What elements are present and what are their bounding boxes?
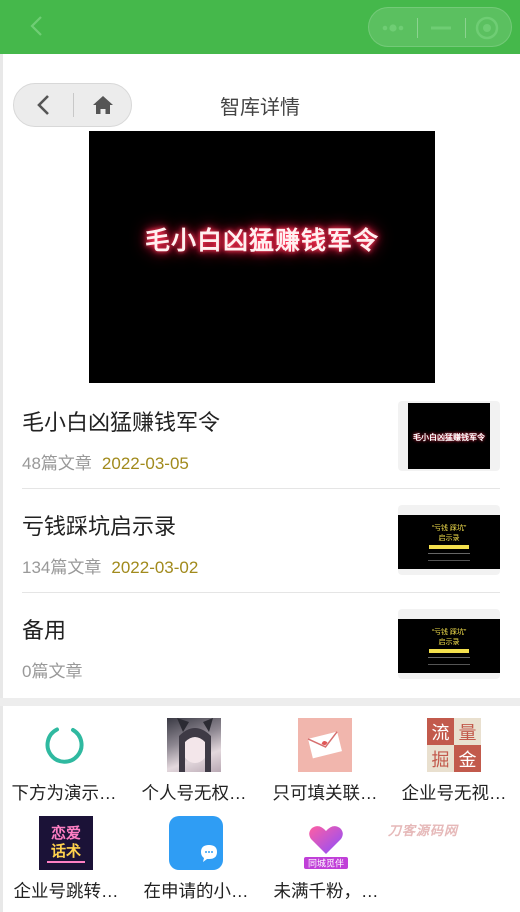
top-bar	[0, 0, 520, 54]
item-thumbnail: 毛小白凶猛赚钱军令	[398, 401, 500, 471]
icon-char: 流	[432, 723, 450, 744]
list-item[interactable]: 毛小白凶猛赚钱军令 48篇文章 2022-03-05 毛小白凶猛赚钱军令	[22, 385, 500, 489]
article-count: 0篇文章	[22, 662, 83, 681]
love-words-icon: 恋爱 话术	[39, 816, 93, 870]
app-label: 企业号无视…	[401, 783, 507, 803]
watermark-text: 刀客源码网	[388, 823, 459, 838]
cover-banner: 毛小白凶猛赚钱军令	[89, 131, 435, 383]
item-title: 亏钱踩坑启示录	[22, 514, 177, 539]
item-meta: 0篇文章	[22, 657, 82, 682]
minimize-icon[interactable]	[417, 8, 465, 48]
app-item[interactable]: 个人号无权…	[130, 710, 258, 806]
nav-capsule	[13, 83, 132, 127]
app-label: 只可填关联…	[272, 783, 378, 803]
article-count: 48篇文章	[22, 454, 92, 473]
cover-title: 毛小白凶猛赚钱军令	[144, 226, 379, 255]
app-item[interactable]: 恋爱 话术 企业号跳转…	[2, 808, 130, 904]
girl-avatar-icon	[167, 718, 221, 772]
item-date: 2022-03-05	[101, 454, 189, 473]
chat-bubble-icon	[169, 816, 223, 870]
app-item[interactable]: 同城觅伴 未满千粉，…	[262, 808, 390, 904]
app-item[interactable]: 下方为演示…	[0, 710, 128, 806]
app-item[interactable]: 在申请的小…	[132, 808, 260, 904]
app-label: 未满千粉，…	[273, 881, 379, 901]
close-target-icon[interactable]	[465, 8, 513, 48]
section-divider	[0, 698, 520, 706]
collection-list: 毛小白凶猛赚钱军令 48篇文章 2022-03-05 毛小白凶猛赚钱军令 亏钱踩坑…	[22, 385, 500, 697]
thumbnail-text: 毛小白凶猛赚钱军令	[413, 433, 485, 442]
app-label: 在申请的小…	[143, 881, 249, 901]
item-date: 2022-03-02	[111, 558, 199, 577]
article-count: 134篇文章	[22, 558, 102, 577]
item-meta: 134篇文章 2022-03-02	[22, 553, 198, 578]
app-item[interactable]: 流 量 掘 金 企业号无视…	[390, 710, 518, 806]
icon-char: 量	[459, 723, 477, 744]
page-nav-bar: 智库详情	[0, 54, 520, 130]
home-button[interactable]	[74, 84, 132, 126]
thumbnail-text: 启示录	[438, 639, 460, 646]
page-title: 智库详情	[220, 97, 300, 119]
list-item[interactable]: 亏钱踩坑启示录 134篇文章 2022-03-02 “亏钱 踩坑” 启示录	[22, 489, 500, 593]
icon-char: 同城觅伴	[308, 858, 344, 870]
mini-program-capsule	[368, 7, 512, 47]
thumbnail-text: “亏钱 踩坑”	[431, 525, 467, 532]
heart-companion-icon: 同城觅伴	[299, 816, 353, 870]
app-label: 个人号无权…	[141, 783, 247, 803]
list-item[interactable]: 备用 0篇文章 “亏钱 踩坑” 启示录	[22, 593, 500, 697]
icon-char: 掘	[432, 750, 450, 771]
more-dots-icon[interactable]	[369, 8, 417, 48]
app-label: 企业号跳转…	[13, 881, 119, 901]
item-thumbnail: “亏钱 踩坑” 启示录	[398, 505, 500, 575]
thumbnail-text: “亏钱 踩坑”	[431, 629, 467, 636]
app-grid: 下方为演示… 个人号无权… 只可填关联… 流 量 掘 金 企业号无视… 恋爱 话…	[0, 710, 520, 912]
loading-ring-icon	[37, 718, 91, 772]
item-title: 毛小白凶猛赚钱军令	[22, 410, 221, 435]
letter-envelope-icon	[298, 718, 352, 772]
app-item[interactable]: 只可填关联…	[261, 710, 389, 806]
thumbnail-text: 启示录	[438, 535, 460, 542]
icon-char: 金	[459, 750, 477, 771]
item-thumbnail: “亏钱 踩坑” 启示录	[398, 609, 500, 679]
icon-char: 话术	[51, 842, 81, 860]
flow-gold-icon: 流 量 掘 金	[427, 718, 481, 772]
back-chevron-icon[interactable]	[24, 12, 52, 40]
back-button[interactable]	[14, 84, 72, 126]
app-label: 下方为演示…	[11, 783, 117, 803]
item-meta: 48篇文章 2022-03-05	[22, 449, 189, 474]
icon-char: 恋爱	[51, 824, 81, 842]
item-title: 备用	[22, 618, 67, 643]
